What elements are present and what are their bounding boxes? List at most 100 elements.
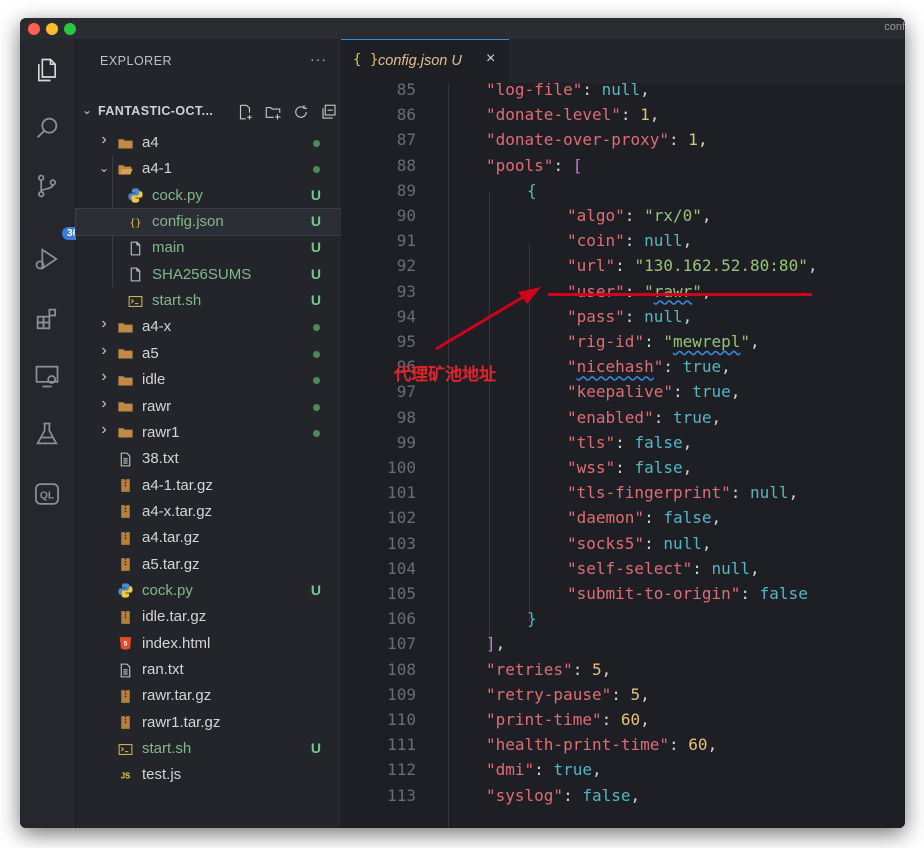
tree-item-rawr-tar-gz[interactable]: rawr.tar.gz bbox=[76, 683, 341, 709]
maximize-window-button[interactable] bbox=[64, 23, 76, 35]
line-number: 87 bbox=[396, 130, 416, 150]
code-line: "donate-level": 1, bbox=[486, 105, 660, 125]
line-number: 102 bbox=[387, 508, 416, 528]
tree-item-sha256sums[interactable]: SHA256SUMS U bbox=[76, 262, 341, 288]
python-icon bbox=[116, 583, 134, 599]
tree-item-idle-tar-gz[interactable]: idle.tar.gz bbox=[76, 604, 341, 630]
python-icon bbox=[126, 188, 144, 204]
line-number: 92 bbox=[396, 256, 416, 276]
minimize-window-button[interactable] bbox=[46, 23, 58, 35]
tree-item-label: rawr.tar.gz bbox=[142, 687, 212, 705]
tree-item-rawr[interactable]: › rawr bbox=[76, 394, 341, 420]
refresh-icon[interactable] bbox=[290, 101, 312, 123]
ql-icon[interactable]: QL bbox=[32, 479, 62, 509]
tree-item-test-js[interactable]: JS test.js bbox=[76, 762, 341, 788]
tree-item-label: main bbox=[152, 239, 185, 257]
tree-item-label: a4-1.tar.gz bbox=[142, 476, 213, 494]
more-actions-button[interactable]: ··· bbox=[310, 51, 327, 67]
line-number: 107 bbox=[387, 634, 416, 654]
code-line: "health-print-time": 60, bbox=[486, 735, 718, 755]
tree-item-label: start.sh bbox=[152, 292, 202, 310]
new-file-icon[interactable] bbox=[234, 101, 256, 123]
tree-item-main[interactable]: main U bbox=[76, 235, 341, 261]
tree-item-cock-py[interactable]: cock.py U bbox=[76, 578, 341, 604]
remote-explorer-icon[interactable] bbox=[32, 361, 62, 391]
text-file-icon bbox=[116, 451, 134, 467]
folder-icon bbox=[116, 346, 134, 362]
tree-item-label: a4 bbox=[142, 134, 159, 151]
search-icon[interactable] bbox=[32, 113, 62, 143]
line-number: 95 bbox=[396, 332, 416, 351]
title-bar: conf bbox=[20, 18, 905, 39]
file-icon bbox=[126, 240, 144, 256]
tree-item-label: a5.tar.gz bbox=[142, 555, 200, 573]
code-line: "coin": null, bbox=[567, 231, 693, 251]
chevron-right-icon: › bbox=[101, 368, 107, 386]
run-debug-icon[interactable] bbox=[32, 244, 62, 274]
tree-item-a4-1[interactable]: ⌄ a4-1 bbox=[76, 156, 341, 182]
code-editor[interactable]: 85 "log-file": null, 86 "donate-level": 1, 8… bbox=[341, 80, 905, 828]
tree-item-a5[interactable]: › a5 bbox=[76, 341, 341, 367]
code-line: "print-time": 60, bbox=[486, 710, 650, 729]
tree-item-a4-x[interactable]: › a4-x bbox=[76, 314, 341, 340]
untracked-status: U bbox=[310, 186, 321, 203]
source-control-icon[interactable] bbox=[32, 171, 62, 201]
highlight-underline bbox=[548, 293, 812, 296]
json-icon: {} bbox=[126, 214, 144, 230]
code-line: "retries": 5, bbox=[486, 659, 612, 679]
window-title: conf bbox=[884, 21, 905, 33]
tree-item-a4[interactable]: › a4 bbox=[76, 130, 341, 156]
indent-guide bbox=[489, 192, 490, 647]
tree-item-idle[interactable]: › idle bbox=[76, 367, 341, 393]
tree-item-start-sh[interactable]: start.sh U bbox=[76, 288, 341, 314]
extensions-icon[interactable] bbox=[32, 304, 62, 334]
folder-icon bbox=[116, 319, 134, 335]
javascript-icon: JS bbox=[116, 767, 134, 783]
tree-item-label: config.json bbox=[152, 213, 224, 231]
code-line: "pass": null, bbox=[567, 306, 693, 326]
explorer-title: EXPLORER bbox=[100, 54, 173, 68]
tree-item-label: ran.txt bbox=[142, 661, 184, 678]
code-line: ], bbox=[486, 634, 506, 654]
tree-item-index-html[interactable]: 5 index.html bbox=[76, 631, 341, 657]
code-line: "pools": [ bbox=[486, 155, 583, 175]
folder-icon bbox=[116, 399, 134, 415]
svg-text:JS: JS bbox=[120, 771, 130, 780]
line-number: 111 bbox=[387, 735, 416, 755]
tree-item-label: a4-1 bbox=[142, 160, 173, 178]
tree-item-a4-1-tar-gz[interactable]: a4-1.tar.gz bbox=[76, 473, 341, 499]
tree-item-a4-x-tar-gz[interactable]: a4-x.tar.gz bbox=[76, 499, 341, 525]
tree-item-a5-tar-gz[interactable]: a5.tar.gz bbox=[76, 552, 341, 578]
json-icon: { } bbox=[353, 52, 379, 68]
project-header[interactable]: ⌄ FANTASTIC-OCT... bbox=[76, 99, 341, 125]
svg-text:{}: {} bbox=[129, 218, 141, 229]
tree-item-label: SHA256SUMS bbox=[152, 265, 252, 283]
folder-icon bbox=[116, 425, 134, 441]
tree-item-ran-txt[interactable]: ran.txt bbox=[76, 657, 341, 683]
close-tab-icon[interactable]: × bbox=[486, 50, 495, 68]
tree-item-38-txt[interactable]: 38.txt bbox=[76, 446, 341, 472]
tab-bar: { } config.json U × bbox=[341, 39, 905, 83]
code-line: "retry-pause": 5, bbox=[486, 684, 650, 704]
folder-open-icon bbox=[116, 161, 134, 177]
archive-icon bbox=[116, 609, 134, 625]
testing-icon[interactable] bbox=[32, 419, 62, 449]
chevron-right-icon: › bbox=[101, 131, 107, 148]
modified-dot-icon bbox=[313, 350, 320, 358]
tree-item-cock-py[interactable]: cock.py U bbox=[76, 183, 341, 209]
new-folder-icon[interactable] bbox=[262, 101, 284, 123]
untracked-status: U bbox=[310, 740, 321, 757]
line-number: 106 bbox=[387, 609, 416, 629]
line-number: 110 bbox=[387, 710, 416, 729]
tree-item-rawr1-tar-gz[interactable]: rawr1.tar.gz bbox=[76, 710, 341, 736]
close-window-button[interactable] bbox=[28, 23, 40, 35]
collapse-all-icon[interactable] bbox=[318, 101, 340, 123]
tree-item-config-json[interactable]: {} config.json U bbox=[75, 208, 342, 237]
archive-icon bbox=[116, 557, 134, 573]
tab-config-json[interactable]: { } config.json U × bbox=[341, 39, 509, 83]
tree-item-start-sh[interactable]: start.sh U bbox=[76, 736, 341, 762]
tree-item-label: cock.py bbox=[142, 581, 193, 599]
tree-item-rawr1[interactable]: › rawr1 bbox=[76, 420, 341, 446]
explorer-icon[interactable] bbox=[32, 55, 62, 85]
tree-item-a4-tar-gz[interactable]: a4.tar.gz bbox=[76, 525, 341, 551]
